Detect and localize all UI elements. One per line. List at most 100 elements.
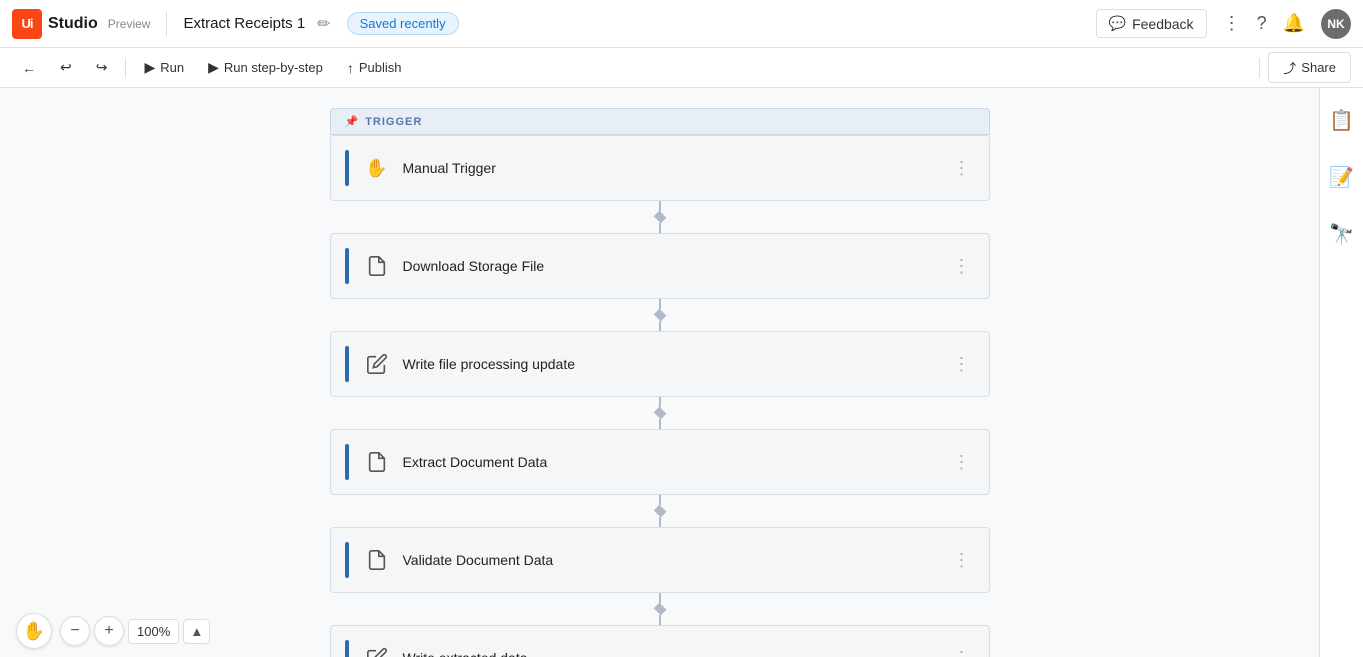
trigger-label: 📌 TRIGGER	[345, 115, 975, 128]
node-accent	[345, 444, 349, 480]
canvas[interactable]: 📌 TRIGGER ✋ Manual Trigger ⋮	[0, 88, 1319, 657]
connector-diamond	[653, 603, 666, 616]
undo-icon: ↩	[60, 59, 72, 76]
logo: Ui Studio Preview	[12, 9, 150, 39]
node-extract-document: Extract Document Data ⋮	[330, 429, 990, 495]
connector-line-2	[659, 517, 661, 527]
write-file-update-icon	[363, 350, 391, 378]
studio-label: Studio	[48, 15, 98, 33]
publish-button[interactable]: ↑ Publish	[337, 55, 412, 81]
node-menu-download-storage[interactable]: ⋮	[949, 252, 975, 281]
node-menu-extract-document[interactable]: ⋮	[949, 448, 975, 477]
hand-tool-button[interactable]: ✋	[16, 613, 52, 649]
connector-diamond	[653, 211, 666, 224]
zoom-expand-button[interactable]: ▲	[183, 619, 210, 644]
feedback-button[interactable]: 💬 Feedback	[1096, 9, 1207, 38]
avatar[interactable]: NK	[1321, 9, 1351, 39]
feedback-label: Feedback	[1132, 16, 1193, 32]
connector-line-2	[659, 223, 661, 233]
zoom-level: 100%	[128, 619, 179, 644]
node-accent	[345, 542, 349, 578]
topbar-divider-1	[166, 12, 167, 36]
saved-badge: Saved recently	[347, 12, 459, 35]
preview-label: Preview	[108, 17, 151, 31]
toolbar-divider-1	[125, 58, 126, 78]
connector-line-2	[659, 615, 661, 625]
node-accent	[345, 640, 349, 657]
extract-document-label: Extract Document Data	[403, 454, 949, 470]
connector-line-2	[659, 321, 661, 331]
node-accent	[345, 346, 349, 382]
chevron-up-icon: ▲	[190, 624, 203, 639]
run-button[interactable]: ▶ Run	[134, 54, 194, 81]
zoom-out-button[interactable]: −	[60, 616, 90, 646]
right-sidebar: 📋 📝 🔭	[1319, 88, 1363, 657]
undo-button[interactable]: ↩	[50, 54, 82, 81]
node-accent	[345, 150, 349, 186]
more-options-icon[interactable]: ⋮	[1223, 13, 1241, 34]
publish-icon: ↑	[347, 60, 354, 76]
connector-3	[655, 397, 665, 429]
write-file-update-label: Write file processing update	[403, 356, 949, 372]
trigger-section: 📌 TRIGGER	[330, 108, 990, 135]
run-label: Run	[160, 60, 184, 75]
zoom-in-button[interactable]: +	[94, 616, 124, 646]
redo-button[interactable]: ↪	[86, 54, 118, 81]
connector-4	[655, 495, 665, 527]
trigger-pin-icon: 📌	[345, 115, 360, 128]
node-write-extracted: Write extracted data ⋮	[330, 625, 990, 657]
node-validate-document: Validate Document Data ⋮	[330, 527, 990, 593]
extract-document-icon	[363, 448, 391, 476]
notes-icon[interactable]: 📝	[1321, 157, 1362, 198]
toolbar: ← ↩ ↪ ▶ Run ▶ Run step-by-step ↑ Publish…	[0, 48, 1363, 88]
notifications-icon[interactable]: 🔔	[1283, 13, 1305, 34]
run-step-button[interactable]: ▶ Run step-by-step	[198, 54, 333, 81]
connector-1	[655, 201, 665, 233]
share-button[interactable]: ⤴ Share	[1268, 52, 1351, 83]
run-icon: ▶	[144, 59, 155, 76]
node-accent	[345, 248, 349, 284]
connector-5	[655, 593, 665, 625]
write-extracted-icon	[363, 644, 391, 657]
share-icon: ⤴	[1283, 58, 1296, 77]
feedback-icon: 💬	[1109, 15, 1126, 32]
workflow-container: 📌 TRIGGER ✋ Manual Trigger ⋮	[330, 108, 990, 637]
manual-trigger-label: Manual Trigger	[403, 160, 949, 176]
node-download-storage: Download Storage File ⋮	[330, 233, 990, 299]
main-area: 📌 TRIGGER ✋ Manual Trigger ⋮	[0, 88, 1363, 657]
topbar-right: 💬 Feedback ⋮ ? 🔔 NK	[1096, 9, 1351, 39]
connector-diamond	[653, 407, 666, 420]
run-step-icon: ▶	[208, 59, 219, 76]
node-menu-manual-trigger[interactable]: ⋮	[949, 154, 975, 183]
node-manual-trigger: ✋ Manual Trigger ⋮	[330, 135, 990, 201]
download-storage-icon	[363, 252, 391, 280]
download-storage-label: Download Storage File	[403, 258, 949, 274]
connector-2	[655, 299, 665, 331]
uipath-logo: Ui	[12, 9, 42, 39]
zoom-out-icon: −	[70, 622, 79, 640]
connector-line-2	[659, 419, 661, 429]
clipboard-icon[interactable]: 📋	[1321, 100, 1362, 141]
node-write-file-update: Write file processing update ⋮	[330, 331, 990, 397]
connector-diamond	[653, 505, 666, 518]
back-icon: ←	[22, 60, 36, 76]
edit-project-name-icon[interactable]: ✏	[317, 14, 330, 34]
share-label: Share	[1301, 60, 1336, 75]
node-menu-write-file[interactable]: ⋮	[949, 350, 975, 379]
write-extracted-label: Write extracted data	[403, 650, 949, 657]
help-icon[interactable]: ?	[1257, 13, 1267, 34]
connector-diamond	[653, 309, 666, 322]
redo-icon: ↪	[96, 59, 108, 76]
bottom-bar: ✋ − + 100% ▲	[0, 605, 226, 657]
publish-label: Publish	[359, 60, 402, 75]
telescope-icon[interactable]: 🔭	[1321, 214, 1362, 255]
run-step-label: Run step-by-step	[224, 60, 323, 75]
back-button[interactable]: ←	[12, 55, 46, 81]
manual-trigger-icon: ✋	[363, 154, 391, 182]
topbar: Ui Studio Preview Extract Receipts 1 ✏ S…	[0, 0, 1363, 48]
project-name: Extract Receipts 1	[183, 15, 305, 32]
zoom-in-icon: +	[104, 622, 113, 640]
logo-text: Ui	[22, 16, 33, 31]
node-menu-write-extracted[interactable]: ⋮	[949, 644, 975, 657]
node-menu-validate-document[interactable]: ⋮	[949, 546, 975, 575]
